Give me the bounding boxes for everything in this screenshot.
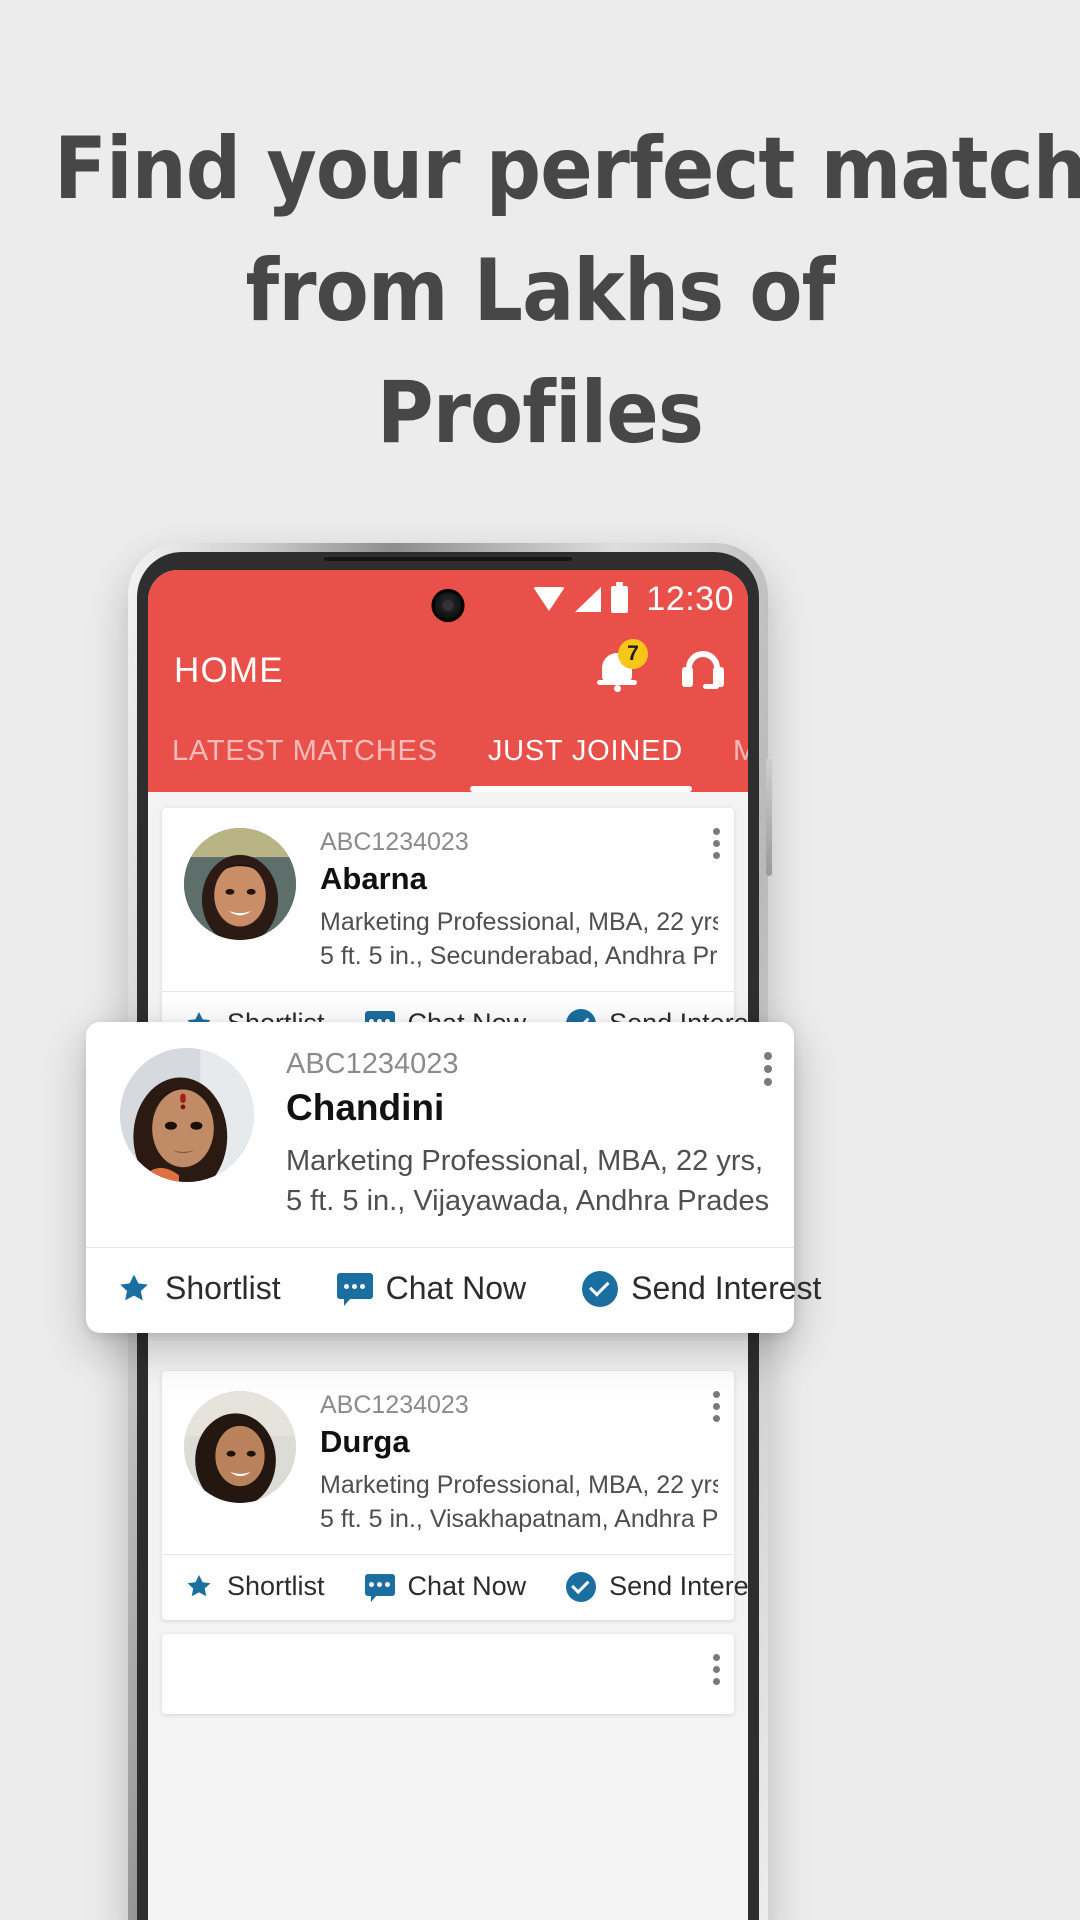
app-bar-actions: 7 xyxy=(597,639,726,693)
chat-icon xyxy=(364,1573,395,1602)
profile-card-body: ABC1234023 Durga Marketing Professional,… xyxy=(162,1391,734,1554)
profile-detail-line-1: Marketing Professional, MBA, 22 yrs, xyxy=(320,908,718,936)
profile-name: Chandini xyxy=(286,1087,445,1128)
profile-id: ABC1234023 xyxy=(320,1391,469,1419)
profile-detail-line-2: 5 ft. 5 in., Secunderabad, Andhra Pra... xyxy=(320,942,718,970)
profile-card-body: ABC1234023 Chandini Marketing Profession… xyxy=(86,1048,794,1247)
check-circle-icon xyxy=(566,1571,597,1602)
tab-bar: LATEST MATCHES JUST JOINED MATCHES xyxy=(148,714,748,792)
status-bar: 12:30 xyxy=(148,570,748,628)
chat-now-button[interactable]: Chat Now xyxy=(364,1571,527,1602)
avatar-photo xyxy=(184,828,296,940)
profile-card-body: ABC1234023 Abarna Marketing Professional… xyxy=(162,828,734,991)
app-bar: HOME 7 xyxy=(148,628,748,714)
send-interest-label: Send Interest xyxy=(609,1571,748,1601)
page-title: Find your perfect match from Lakhs of Pr… xyxy=(54,108,1080,474)
headline-line-1: Find your perfect match xyxy=(54,119,1080,219)
support-button[interactable] xyxy=(680,649,726,693)
shortlist-label: Shortlist xyxy=(165,1270,281,1306)
profile-id: ABC1234023 xyxy=(286,1048,459,1080)
headline-line-2: from Lakhs of xyxy=(245,241,836,341)
shortlist-label: Shortlist xyxy=(227,1571,325,1601)
headline-line-3: Profiles xyxy=(376,363,704,463)
profile-card[interactable]: ABC1234023 Durga Marketing Professional,… xyxy=(162,1371,748,1620)
avatar[interactable] xyxy=(120,1048,254,1182)
app-bar-title: HOME xyxy=(174,651,284,690)
more-options-icon[interactable] xyxy=(712,1654,720,1685)
avatar[interactable] xyxy=(184,1391,296,1503)
send-interest-button[interactable]: Send Interest xyxy=(582,1270,821,1307)
chat-now-label: Chat Now xyxy=(407,1571,527,1601)
tab-just-joined[interactable]: JUST JOINED xyxy=(488,735,683,772)
tab-matches[interactable]: MATCHES xyxy=(733,735,748,772)
headset-ear-left xyxy=(682,667,693,687)
headset-mic xyxy=(703,684,719,689)
profile-card-actions: Shortlist Chat Now Send Interest xyxy=(86,1247,821,1333)
more-options-icon[interactable] xyxy=(712,1391,720,1422)
send-interest-button[interactable]: Send Interest xyxy=(566,1571,748,1602)
profile-feed: ABC1234023 Abarna Marketing Professional… xyxy=(148,792,748,1920)
profile-detail-line-1: Marketing Professional, MBA, 22 yrs, xyxy=(320,1471,718,1499)
profile-id: ABC1234023 xyxy=(320,828,469,856)
wifi-icon xyxy=(533,587,566,611)
profile-card[interactable] xyxy=(162,1634,734,1714)
profile-info: ABC1234023 Abarna Marketing Professional… xyxy=(320,828,718,973)
check-circle-icon xyxy=(582,1270,619,1307)
shortlist-button[interactable]: Shortlist xyxy=(184,1571,325,1602)
profile-card-actions: Shortlist Chat Now Send Interest xyxy=(162,1554,748,1620)
profile-info: ABC1234023 Durga Marketing Professional,… xyxy=(320,1391,718,1536)
chat-now-label: Chat Now xyxy=(385,1270,527,1306)
profile-name: Durga xyxy=(320,1424,410,1459)
star-icon xyxy=(187,1575,211,1597)
profile-card-body xyxy=(162,1654,734,1714)
highlighted-profile-card[interactable]: ABC1234023 Chandini Marketing Profession… xyxy=(86,1022,821,1333)
power-button[interactable] xyxy=(766,758,772,876)
profile-card[interactable]: ABC1234023 Abarna Marketing Professional… xyxy=(162,808,748,1057)
star-icon xyxy=(120,1274,148,1301)
avatar[interactable] xyxy=(184,828,296,940)
more-options-icon[interactable] xyxy=(712,828,720,859)
profile-detail-line-2: 5 ft. 5 in., Vijayawada, Andhra Pradesh xyxy=(286,1185,770,1217)
chat-now-button[interactable]: Chat Now xyxy=(336,1270,527,1307)
send-interest-label: Send Interest xyxy=(631,1270,822,1306)
more-options-icon[interactable] xyxy=(764,1052,772,1086)
avatar-photo xyxy=(120,1048,254,1182)
shortlist-button[interactable]: Shortlist xyxy=(116,1270,281,1307)
profile-name: Abarna xyxy=(320,861,427,896)
tab-latest-matches[interactable]: LATEST MATCHES xyxy=(172,735,438,772)
earpiece-speaker xyxy=(324,556,572,561)
promo-screenshot: Find your perfect match from Lakhs of Pr… xyxy=(0,0,1080,1920)
status-bar-clock: 12:30 xyxy=(646,579,734,618)
chat-icon xyxy=(336,1273,373,1306)
notifications-button[interactable]: 7 xyxy=(597,639,648,693)
profile-detail-line-1: Marketing Professional, MBA, 22 yrs, xyxy=(286,1145,764,1177)
profile-info: ABC1234023 Chandini Marketing Profession… xyxy=(286,1048,770,1221)
front-camera-punch-hole xyxy=(431,589,465,622)
battery-icon xyxy=(611,581,629,613)
notification-badge: 7 xyxy=(618,639,648,669)
signal-icon xyxy=(575,586,602,612)
avatar-photo xyxy=(184,1391,296,1503)
profile-detail-line-2: 5 ft. 5 in., Visakhapatnam, Andhra Pr.. xyxy=(320,1505,718,1533)
